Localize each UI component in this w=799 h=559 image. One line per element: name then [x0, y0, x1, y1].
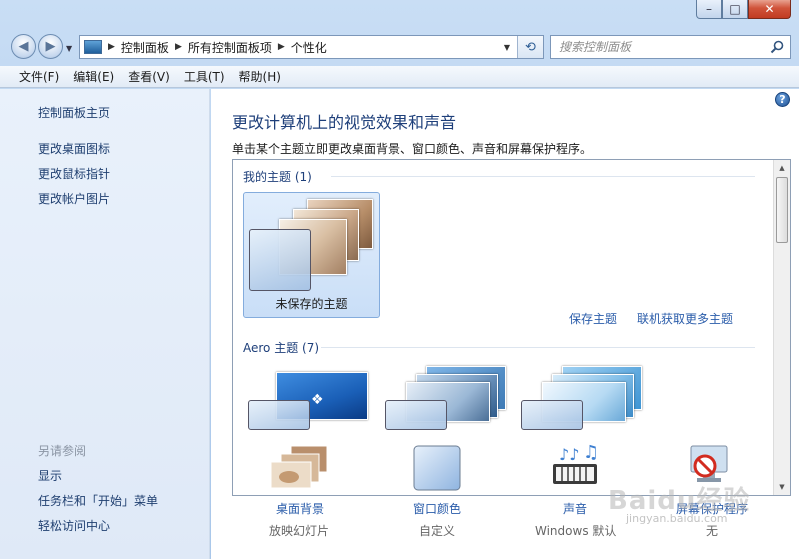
window-color-icon — [413, 445, 461, 491]
breadcrumb-personalization[interactable]: 个性化 — [291, 39, 327, 56]
theme-tile-aero-architecture[interactable] — [380, 366, 517, 430]
svg-text:♫: ♫ — [583, 442, 599, 463]
search-icon[interactable] — [770, 40, 784, 54]
change-account-picture-link[interactable]: 更改帐户图片 — [38, 190, 110, 207]
breadcrumb-all-items[interactable]: 所有控制面板项 — [188, 39, 272, 56]
see-also-heading: 另请参阅 — [38, 444, 87, 458]
menu-view[interactable]: 查看(V) — [121, 68, 177, 85]
breadcrumb-control-panel[interactable]: 控制面板 — [121, 39, 169, 56]
sounds-value: Windows 默认 — [535, 524, 617, 538]
control-panel-home-link[interactable]: 控制面板主页 — [38, 104, 110, 121]
windows-logo-icon: ❖ — [311, 392, 324, 408]
menu-help[interactable]: 帮助(H) — [232, 68, 288, 85]
search-box[interactable] — [550, 35, 791, 59]
control-panel-icon — [84, 40, 102, 54]
window-color-label[interactable]: 窗口颜色 — [413, 500, 461, 517]
menu-file[interactable]: 文件(F) — [12, 68, 66, 85]
minimize-button[interactable]: – — [696, 0, 722, 19]
theme-list-scrollbar[interactable]: ▲ ▼ — [773, 160, 790, 495]
group-divider — [321, 347, 755, 348]
refresh-icon[interactable]: ⟲ — [517, 36, 543, 58]
menu-bar: 文件(F) 编辑(E) 查看(V) 工具(T) 帮助(H) — [0, 66, 799, 88]
theme-tile-aero-windows7[interactable]: ❖ — [243, 372, 380, 430]
window-color-value: 自定义 — [419, 524, 456, 538]
page-description: 单击某个主题立即更改桌面背景、窗口颜色、声音和屏幕保护程序。 — [232, 142, 593, 156]
page-title: 更改计算机上的视觉效果和声音 — [232, 113, 457, 132]
task-pane: 控制面板主页 更改桌面图标 更改鼠标指针 更改帐户图片 另请参阅 显示 任务栏和… — [0, 89, 210, 559]
aero-themes-header[interactable]: Aero 主题 (7) — [243, 339, 319, 356]
theme-tile-aero-characters[interactable] — [516, 366, 653, 430]
scroll-thumb[interactable] — [776, 177, 788, 243]
scroll-up-arrow-icon[interactable]: ▲ — [774, 160, 790, 176]
maximize-button[interactable]: □ — [722, 0, 748, 19]
taskbar-start-menu-link[interactable]: 任务栏和「开始」菜单 — [38, 492, 158, 509]
breadcrumb-arrow-icon[interactable]: ▶ — [278, 42, 285, 52]
theme-thumbnail — [249, 199, 375, 293]
menu-tools[interactable]: 工具(T) — [177, 68, 232, 85]
close-button[interactable]: ✕ — [748, 0, 791, 19]
caption-buttons: – □ ✕ — [696, 0, 791, 19]
sounds-icon: ♪♪ ♫ — [553, 442, 599, 484]
scroll-down-arrow-icon[interactable]: ▼ — [774, 479, 790, 495]
menu-edit[interactable]: 编辑(E) — [66, 68, 121, 85]
recent-pages-dropdown-icon[interactable]: ▼ — [66, 44, 76, 54]
change-mouse-pointers-link[interactable]: 更改鼠标指针 — [38, 165, 110, 182]
get-more-themes-link[interactable]: 联机获取更多主题 — [637, 310, 733, 327]
breadcrumb-arrow-icon[interactable]: ▶ — [175, 42, 182, 52]
window-frame: – □ ✕ ◀ ▶ ▼ ▶ 控制面板 ▶ 所有控制面板项 ▶ 个性化 ▼ ⟲ 文… — [0, 0, 799, 559]
desktop-background-value: 放映幻灯片 — [269, 524, 330, 538]
desktop-background-label[interactable]: 桌面背景 — [276, 500, 324, 517]
group-divider — [331, 176, 755, 177]
desktop-background-icon — [270, 445, 328, 489]
help-icon[interactable]: ? — [775, 92, 790, 107]
navigation-bar: ◀ ▶ ▼ ▶ 控制面板 ▶ 所有控制面板项 ▶ 个性化 ▼ ⟲ — [0, 30, 799, 64]
watermark-url: jingyan.baidu.com — [626, 512, 728, 525]
my-themes-header[interactable]: 我的主题 (1) — [243, 168, 312, 185]
save-theme-link[interactable]: 保存主题 — [569, 310, 617, 327]
address-bar[interactable]: ▶ 控制面板 ▶ 所有控制面板项 ▶ 个性化 ▼ ⟲ — [79, 35, 544, 59]
change-desktop-icons-link[interactable]: 更改桌面图标 — [38, 140, 110, 157]
theme-tile-unsaved[interactable]: 未保存的主题 — [243, 192, 380, 318]
ease-of-access-link[interactable]: 轻松访问中心 — [38, 517, 110, 534]
glass-preview — [249, 229, 311, 291]
svg-text:♪♪: ♪♪ — [559, 445, 579, 464]
breadcrumb-arrow-icon[interactable]: ▶ — [108, 42, 115, 52]
forward-button[interactable]: ▶ — [38, 34, 63, 59]
search-input[interactable] — [551, 40, 761, 54]
display-link[interactable]: 显示 — [38, 467, 62, 484]
back-button[interactable]: ◀ — [11, 34, 36, 59]
address-dropdown-icon[interactable]: ▼ — [497, 36, 517, 58]
theme-name: 未保存的主题 — [275, 297, 348, 311]
sounds-label[interactable]: 声音 — [563, 500, 587, 517]
